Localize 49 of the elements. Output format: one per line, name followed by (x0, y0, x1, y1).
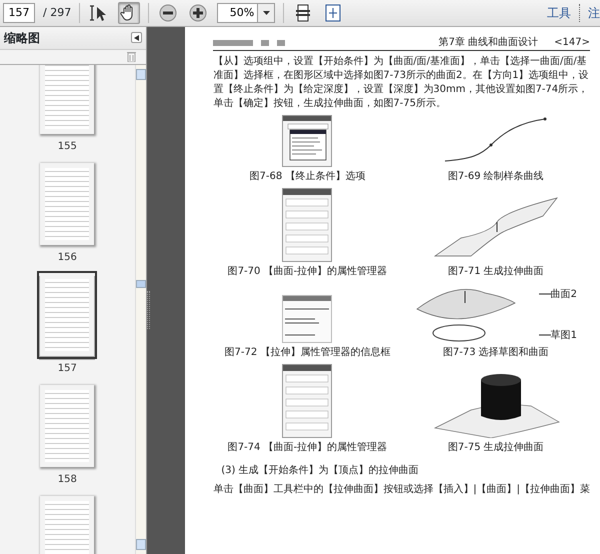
page-number-label: 156 (58, 250, 77, 265)
page-count: / 297 (43, 4, 72, 21)
body-text: 单击【曲面】工具栏中的【拉伸曲面】按钮或选择【插入】|【曲面】|【拉伸曲面】菜 (213, 482, 590, 497)
dropdown-dialog-screenshot-drawing (282, 114, 332, 167)
panel-title: 缩略图 (4, 30, 40, 47)
left-arrow-icon (134, 34, 139, 41)
zoom-dropdown-button[interactable] (257, 2, 276, 23)
figure-caption: 图7-75 生成拉伸曲面 (448, 440, 544, 455)
hand-tool-button[interactable] (118, 2, 140, 24)
page-number-field[interactable]: 157 (3, 2, 35, 23)
dropdown-caret-icon (262, 10, 270, 15)
page-number-label: 158 (58, 472, 77, 487)
zoom-field[interactable]: 50% (217, 2, 258, 23)
page-label: <147> (554, 36, 590, 50)
figure-label: 曲面2 (550, 288, 577, 302)
leader-line (538, 334, 551, 336)
fit-width-icon (295, 4, 312, 22)
figure-caption: 图7-68 【终止条件】选项 (250, 170, 366, 184)
figure-caption: 图7-72 【拉伸】属性管理器的信息框 (224, 346, 390, 360)
section-heading: (3) 生成【开始条件】为【顶点】的拉伸曲面 (220, 464, 420, 478)
header-decoration (213, 40, 254, 46)
figure-caption: 图7-70 【曲面-拉伸】的属性管理器 (228, 264, 388, 279)
splitter-grip[interactable] (146, 291, 150, 330)
plus-icon (189, 4, 208, 22)
leader-line (538, 293, 551, 296)
info-dialog-screenshot-drawing (282, 294, 332, 343)
delete-button[interactable] (126, 50, 138, 64)
trash-icon (127, 51, 136, 62)
fit-page-icon (325, 4, 342, 22)
body-paragraph: 【从】选项组中，设置【开始条件】为【曲面/面/基准面】，单击【选择一曲面/面/基准面】选择框，在图形区域中选择如图7-73所示的曲面2。在【方向1】选项组中，设置【终止条件】为【给定深度】，设置【深度】为30mm，其他设置如图7-74所示，单击【确定】按钮，生成拉伸曲面，如图7-75所示。 (213, 54, 590, 111)
scroll-up-button[interactable] (136, 68, 146, 80)
page-number-label: 157 (58, 362, 77, 376)
page-thumbnail[interactable] (39, 272, 96, 357)
collapse-panel-button[interactable] (130, 32, 142, 44)
zoom-in-button[interactable] (187, 2, 210, 24)
menu-link[interactable]: 注 (588, 4, 600, 22)
figure-caption: 图7-74 【曲面-拉伸】的属性管理器 (228, 440, 388, 455)
page-number-label: 155 (58, 140, 77, 154)
figure-caption: 图7-69 绘制样条曲线 (448, 170, 544, 184)
chapter-title: 第7章 曲线和曲面设计 (438, 36, 538, 50)
figure-caption: 图7-71 生成拉伸曲面 (448, 264, 544, 279)
scrollbar[interactable] (134, 64, 146, 554)
minus-icon (159, 4, 178, 22)
figure-label: 草图1 (550, 328, 577, 343)
figure-caption: 图7-73 选择草图和曲面 (442, 346, 549, 360)
menu-link[interactable]: 工具 (547, 4, 571, 22)
zoom-out-button[interactable] (157, 2, 180, 24)
scroll-down-button[interactable] (136, 539, 146, 550)
scrollbar-thumb[interactable] (136, 280, 146, 288)
